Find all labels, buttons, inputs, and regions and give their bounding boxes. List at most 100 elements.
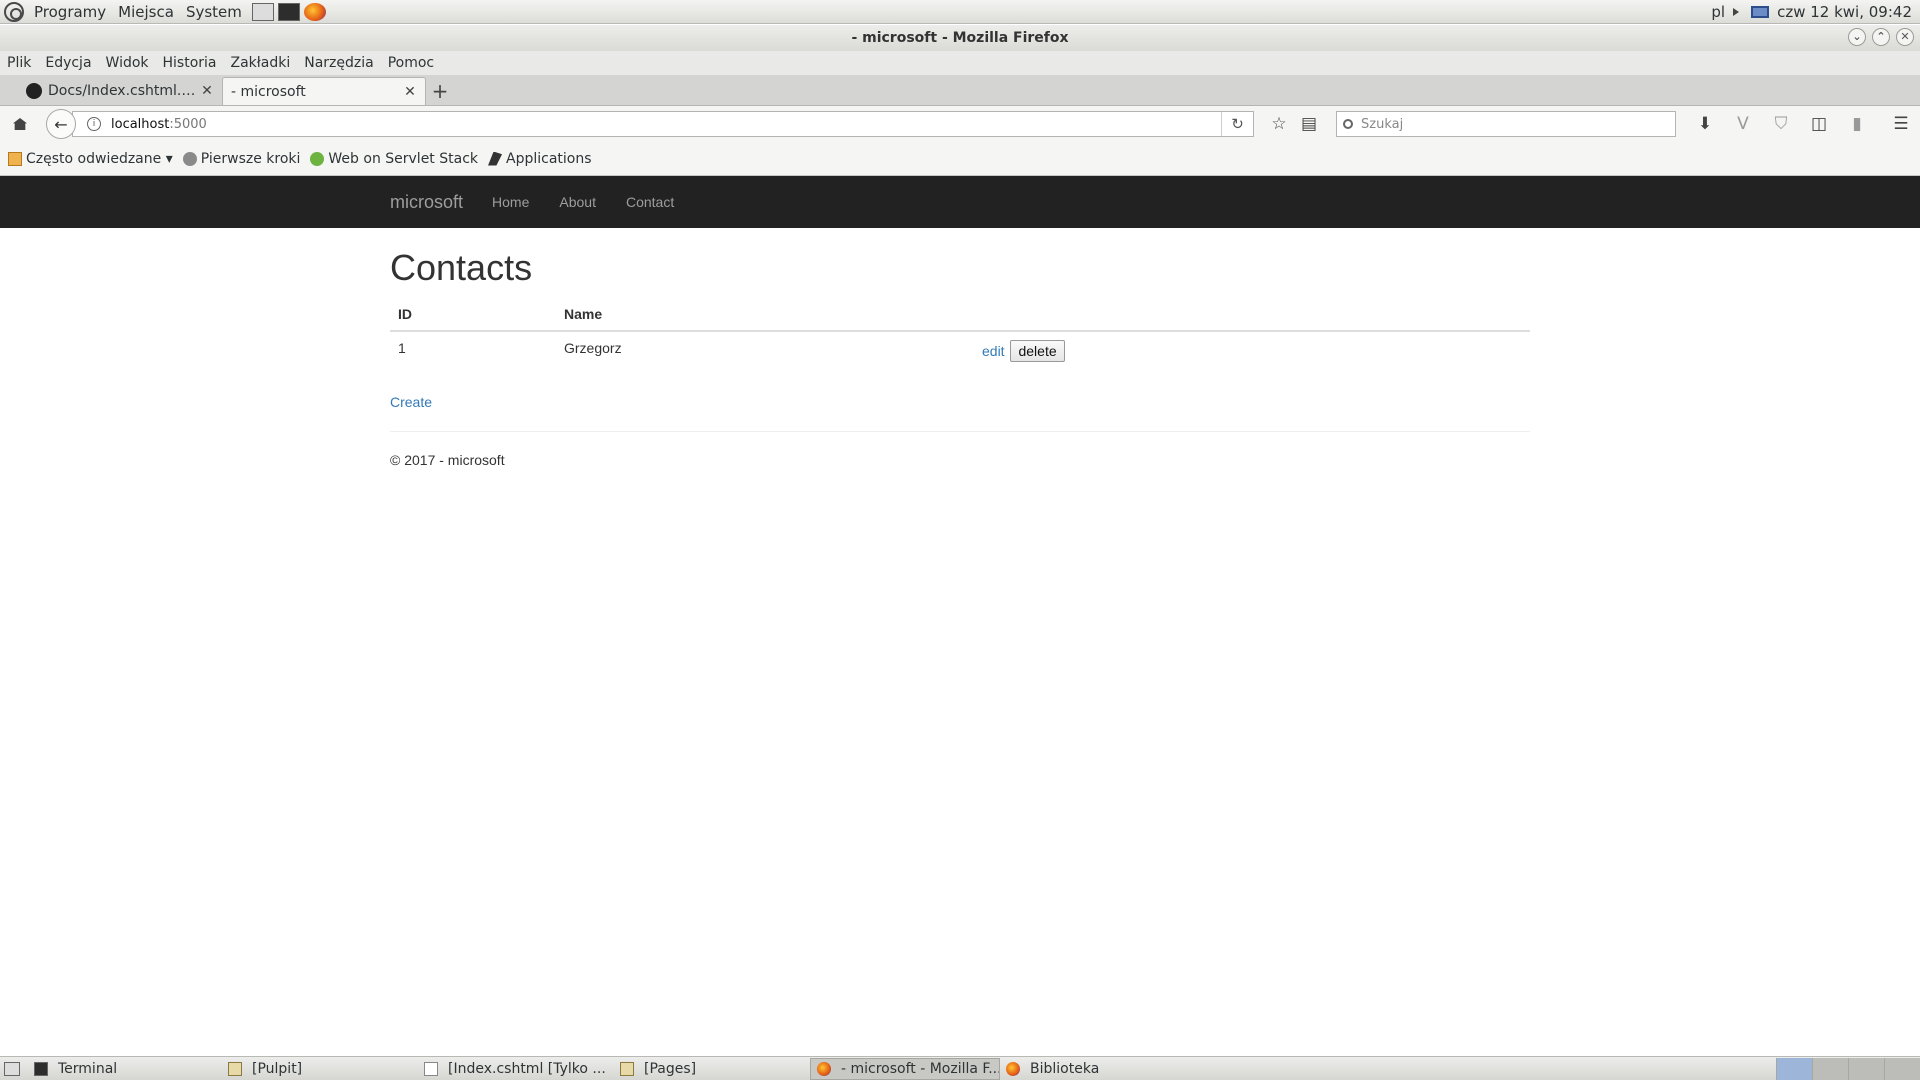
- firefox-icon: [817, 1061, 831, 1076]
- globe-icon: [182, 151, 197, 166]
- system-top-panel: Programy Miejsca System pl czw 12 kwi, 0…: [0, 0, 1920, 24]
- taskbar-label: Biblioteka: [1030, 1060, 1100, 1077]
- menu-plik[interactable]: Plik: [0, 55, 38, 71]
- bookmark-star-icon[interactable]: ☆: [1264, 114, 1294, 134]
- volume-icon[interactable]: [1733, 7, 1743, 16]
- site-navbar: microsoft Home About Contact: [0, 176, 1920, 228]
- text-editor-launcher-icon[interactable]: [251, 2, 274, 21]
- tab-strip: Docs/Index.cshtml.cs... ✕ - microsoft ✕ …: [0, 75, 1920, 146]
- reader-list-icon[interactable]: ▤: [1294, 114, 1324, 134]
- nav-link-home[interactable]: Home: [492, 194, 529, 210]
- window-title: - microsoft - Mozilla Firefox: [851, 30, 1069, 46]
- taskbar-item-terminal[interactable]: Terminal: [28, 1058, 222, 1080]
- spring-icon: [310, 151, 325, 166]
- editor-icon: [424, 1061, 438, 1076]
- taskbar-item-pages[interactable]: [Pages]: [614, 1058, 810, 1080]
- system-tray: pl czw 12 kwi, 09:42: [1711, 3, 1920, 21]
- edit-link[interactable]: edit: [982, 343, 1005, 359]
- home-icon: [13, 118, 27, 130]
- keyboard-layout-indicator[interactable]: pl: [1711, 3, 1725, 21]
- taskbar-item-biblioteka[interactable]: Biblioteka: [1000, 1058, 1190, 1080]
- delete-button[interactable]: delete: [1010, 339, 1065, 362]
- maximize-button[interactable]: ⌃: [1872, 28, 1890, 46]
- extension-v-icon[interactable]: V: [1728, 114, 1758, 134]
- taskbar-item-pulpit[interactable]: [Pulpit]: [222, 1058, 418, 1080]
- folder-icon: [228, 1061, 242, 1076]
- minimize-button[interactable]: ⌄: [1848, 28, 1866, 46]
- bookmark-web-on-servlet-stack[interactable]: Web on Servlet Stack: [310, 151, 478, 167]
- system-menus: Programy Miejsca System: [28, 0, 248, 23]
- menu-widok[interactable]: Widok: [99, 55, 156, 71]
- nav-link-about[interactable]: About: [559, 194, 596, 210]
- bookmark-czesto-odwiedzane[interactable]: Często odwiedzane ▾: [8, 151, 173, 167]
- toolbar-icons: ⬇ V ⛉ ◫ ▮ ☰: [1690, 114, 1916, 134]
- download-icon[interactable]: ⬇: [1690, 114, 1720, 134]
- extension-shield-icon[interactable]: ⛉: [1766, 114, 1796, 134]
- firefox-menubar: Plik Edycja Widok Historia Zakładki Narz…: [0, 51, 1920, 75]
- taskbar-item-firefox[interactable]: - microsoft - Mozilla F...: [810, 1057, 1000, 1080]
- reload-icon[interactable]: ↻: [1221, 112, 1253, 136]
- home-button[interactable]: [2, 106, 38, 142]
- extension-info-icon[interactable]: ▮: [1842, 114, 1872, 134]
- menu-pomoc[interactable]: Pomoc: [381, 55, 441, 71]
- search-icon: [1343, 119, 1353, 129]
- taskbar-item-index-cshtml[interactable]: [Index.cshtml [Tylko ...: [418, 1058, 614, 1080]
- taskbar-label: - microsoft - Mozilla F...: [841, 1060, 1000, 1077]
- folder-icon: [620, 1061, 634, 1076]
- menu-zakladki[interactable]: Zakładki: [224, 55, 298, 71]
- contacts-table: ID Name 1 Grzegorz edit delete: [390, 297, 1530, 370]
- system-menu-system[interactable]: System: [180, 3, 248, 21]
- workspace-1[interactable]: [1776, 1057, 1812, 1080]
- window-titlebar[interactable]: - microsoft - Mozilla Firefox ⌄ ⌃ ✕: [0, 25, 1920, 51]
- menu-narzedzia[interactable]: Narzędzia: [297, 55, 380, 71]
- bottom-taskbar: Terminal [Pulpit] [Index.cshtml [Tylko .…: [0, 1056, 1920, 1080]
- url-port: :5000: [169, 116, 207, 132]
- bookmark-label: Często odwiedzane ▾: [26, 150, 173, 167]
- taskbar-label: [Index.cshtml [Tylko ...: [448, 1060, 606, 1077]
- workspace-2[interactable]: [1812, 1057, 1848, 1080]
- clock[interactable]: czw 12 kwi, 09:42: [1777, 3, 1912, 21]
- tab-microsoft[interactable]: - microsoft ✕: [222, 77, 625, 146]
- close-tab-icon[interactable]: ✕: [200, 83, 214, 99]
- show-desktop-icon[interactable]: [4, 1061, 20, 1076]
- site-info-icon[interactable]: i: [87, 117, 101, 131]
- new-tab-button[interactable]: +: [426, 77, 454, 105]
- taskbar-label: [Pulpit]: [252, 1060, 303, 1077]
- firefox-icon: [1006, 1061, 1020, 1076]
- bookmark-applications[interactable]: Applications: [488, 151, 592, 167]
- search-placeholder: Szukaj: [1361, 116, 1404, 132]
- distro-logo-icon[interactable]: [4, 1, 24, 22]
- search-input[interactable]: Szukaj: [1336, 111, 1676, 137]
- back-button[interactable]: ←: [46, 109, 76, 139]
- back-arrow-icon: ←: [54, 114, 68, 134]
- nav-link-contact[interactable]: Contact: [626, 194, 674, 210]
- column-header-id: ID: [390, 297, 556, 332]
- close-tab-icon[interactable]: ✕: [403, 84, 417, 100]
- network-icon[interactable]: [1751, 5, 1770, 18]
- hamburger-menu-icon[interactable]: ☰: [1886, 114, 1916, 134]
- tab-label: - microsoft: [231, 83, 306, 100]
- system-menu-miejsca[interactable]: Miejsca: [112, 3, 180, 21]
- cell-name: Grzegorz: [556, 330, 974, 370]
- web-content: microsoft Home About Contact Contacts ID…: [0, 176, 1920, 1056]
- system-menu-programy[interactable]: Programy: [28, 3, 112, 21]
- menu-historia[interactable]: Historia: [156, 55, 224, 71]
- close-window-button[interactable]: ✕: [1896, 28, 1914, 46]
- navigation-toolbar: ← i localhost:5000 ↻ ☆ ▤ Szukaj ⬇ V ⛉ ◫ …: [0, 106, 1920, 142]
- workspace-switcher: [1776, 1057, 1920, 1080]
- address-bar[interactable]: i localhost:5000 ↻: [72, 111, 1254, 137]
- page-body: Contacts ID Name 1 Grzegorz edit delete: [390, 228, 1530, 468]
- menu-edycja[interactable]: Edycja: [38, 55, 98, 71]
- workspace-4[interactable]: [1884, 1057, 1920, 1080]
- create-link[interactable]: Create: [390, 394, 432, 410]
- bookmark-label: Pierwsze kroki: [200, 150, 301, 167]
- tab-docs-index[interactable]: Docs/Index.cshtml.cs... ✕: [18, 77, 222, 105]
- site-brand-link[interactable]: microsoft: [390, 192, 463, 213]
- bookmark-pierwsze-kroki[interactable]: Pierwsze kroki: [182, 150, 301, 167]
- url-host: localhost: [111, 116, 170, 132]
- workspace-3[interactable]: [1848, 1057, 1884, 1080]
- sidebar-icon[interactable]: ◫: [1804, 114, 1834, 134]
- terminal-launcher-icon[interactable]: [277, 2, 300, 21]
- cell-id: 1: [390, 330, 556, 370]
- firefox-launcher-icon[interactable]: [303, 2, 326, 21]
